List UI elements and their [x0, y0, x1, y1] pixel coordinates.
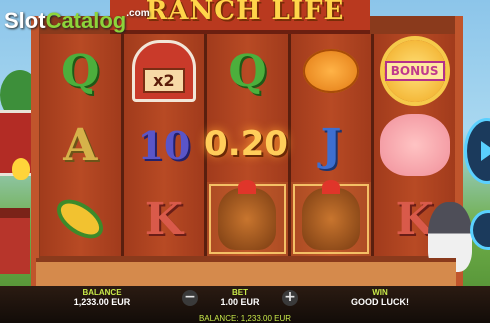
balance-value: 1,233.00 EUR — [73, 297, 131, 307]
reel-cell — [374, 108, 455, 182]
bet-decrease-button[interactable]: − — [182, 290, 198, 306]
symbol-letter: K — [144, 193, 184, 245]
win-section: WIN GOOD LUCK! — [335, 288, 425, 307]
balance-label: BALANCE — [82, 288, 122, 297]
play-icon — [481, 141, 490, 161]
reel-cell: Q — [207, 34, 288, 108]
bet-label: BET — [232, 288, 248, 297]
reel-cell: A — [40, 108, 121, 182]
chick-icon — [12, 158, 30, 180]
multiplier-label: x2 — [143, 68, 185, 93]
pig-icon — [379, 114, 450, 176]
site-logo: SlotCatalog.com — [4, 8, 150, 34]
reel-cell: x2 — [124, 34, 205, 108]
reel-cell: BONUS — [374, 34, 455, 108]
bet-increase-button[interactable]: + — [282, 290, 298, 306]
logo-suffix: .com — [126, 8, 150, 19]
win-value: GOOD LUCK! — [351, 297, 409, 307]
symbol-letter: J — [320, 119, 342, 171]
bet-value: 1.00 EUR — [220, 297, 260, 307]
spin-button[interactable] — [464, 118, 490, 184]
bonus-label: BONUS — [384, 61, 445, 81]
reel-cell — [40, 182, 121, 256]
hen-icon — [302, 180, 361, 250]
logo-accent: Catalog — [45, 8, 127, 33]
reel-cell: K — [124, 182, 205, 256]
reel-1: QA — [40, 34, 124, 256]
doghouse-icon — [0, 208, 30, 274]
symbol-letter: Q — [228, 45, 267, 97]
game-title: RANCH LIFE — [145, 0, 345, 26]
win-label: WIN — [372, 288, 388, 297]
symbol-letter: 10 — [137, 122, 191, 168]
pumpkin-icon — [303, 49, 360, 93]
reel-cell — [290, 180, 372, 256]
symbol-letter: Q — [61, 45, 100, 97]
reel-cell — [207, 180, 288, 256]
corn-icon — [55, 197, 105, 241]
win-amount: 0.20 — [204, 124, 288, 164]
logo-prefix: Slot — [4, 8, 46, 33]
bottom-balance: BALANCE: 1,233.00 EUR — [198, 314, 292, 323]
hen-icon — [218, 180, 277, 250]
autoplay-button[interactable] — [470, 210, 490, 250]
bet-section: BET 1.00 EUR — [205, 288, 275, 307]
game-scene: RANCH LIFE SlotCatalog.com Q Ax2 10 K Q J BONU… — [0, 0, 490, 323]
symbol-letter: A — [63, 119, 98, 171]
reel-cell — [291, 34, 372, 108]
reel-cell: Q — [40, 34, 121, 108]
sun-bonus-icon: BONUS — [383, 40, 446, 102]
balance-section: BALANCE 1,233.00 EUR — [62, 288, 142, 307]
barn-multiplier-icon: x2 — [131, 40, 196, 102]
